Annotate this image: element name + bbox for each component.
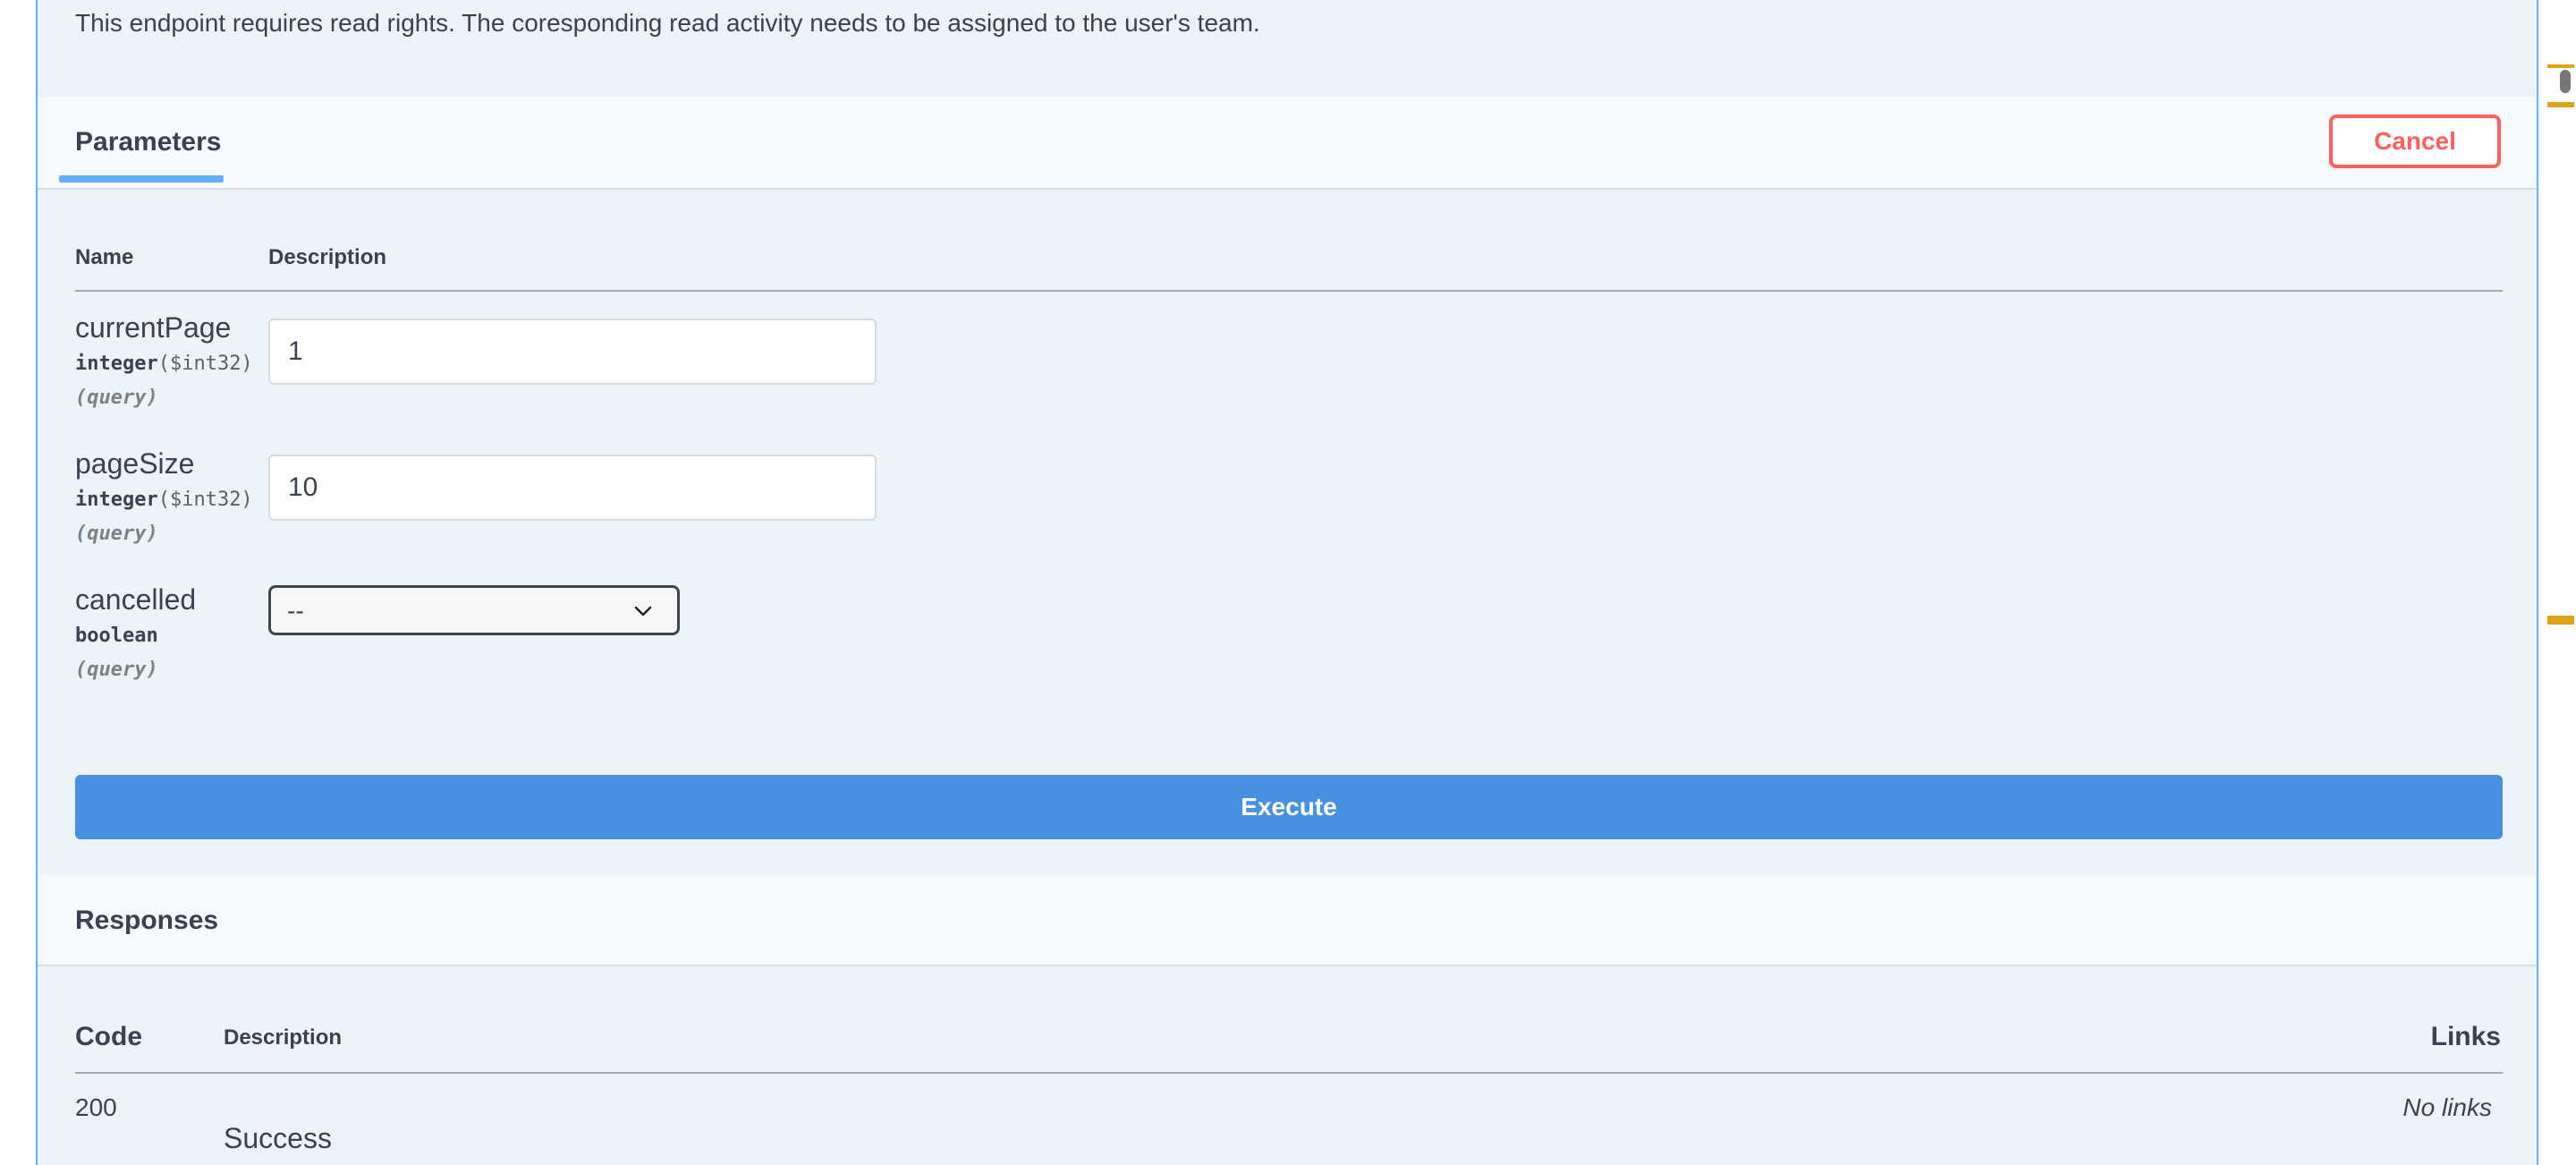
param-in-currentpage: (query) [75, 387, 158, 409]
param-name-pagesize: pageSize [75, 447, 195, 480]
table-divider [75, 290, 2503, 292]
active-tab-indicator [59, 175, 224, 183]
execute-button[interactable]: Execute [75, 775, 2503, 839]
param-type-pagesize: integer($int32) [75, 489, 253, 511]
param-type-cancelled: boolean [75, 625, 158, 647]
scrollbar-gutter[interactable] [2547, 0, 2576, 1165]
operation-block: This endpoint requires read rights. The … [36, 0, 2538, 1165]
param-type-currentpage: integer($int32) [75, 353, 253, 375]
column-header-links: Links [2430, 1022, 2501, 1051]
param-in-pagesize: (query) [75, 523, 158, 545]
column-header-response-description: Description [224, 1025, 343, 1050]
param-name-currentpage: currentPage [75, 311, 232, 344]
column-header-code: Code [75, 1022, 142, 1051]
responses-divider [75, 1072, 2503, 1074]
scroll-marker [2547, 616, 2574, 625]
responses-title: Responses [75, 906, 219, 935]
parameters-header: Parameters Cancel [38, 97, 2537, 190]
response-links: No links [2402, 1093, 2492, 1121]
param-name-cancelled: cancelled [75, 583, 197, 616]
format-label: ($int32) [157, 353, 253, 375]
type-label: integer [75, 489, 158, 511]
select-value: -- [287, 597, 304, 625]
chevron-down-icon [634, 606, 652, 617]
param-in-cancelled: (query) [75, 659, 158, 681]
tab-parameters[interactable]: Parameters [75, 127, 221, 157]
type-label: integer [75, 353, 158, 375]
format-label: ($int32) [157, 489, 253, 511]
pagesize-input[interactable] [268, 455, 877, 521]
column-header-name: Name [75, 245, 134, 269]
response-description: Success [224, 1122, 332, 1154]
response-code: 200 [75, 1093, 117, 1121]
scrollbar-thumb[interactable] [2560, 70, 2571, 93]
responses-header: Responses [38, 875, 2537, 966]
scroll-marker [2547, 64, 2574, 68]
cancelled-select[interactable]: -- [268, 585, 680, 635]
column-header-description: Description [268, 245, 387, 269]
endpoint-description: This endpoint requires read rights. The … [75, 9, 1260, 37]
cancel-button[interactable]: Cancel [2329, 115, 2501, 168]
currentpage-input[interactable] [268, 319, 877, 385]
scroll-marker [2547, 102, 2574, 107]
